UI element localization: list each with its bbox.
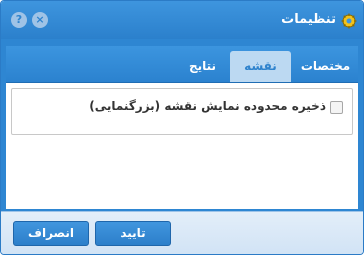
tab-results[interactable]: نتایج — [177, 51, 228, 82]
tab-map[interactable]: نقشه — [230, 51, 291, 82]
save-extent-label[interactable]: ذخیره محدوده نمایش نقشه (بزرگنمایی) — [89, 97, 326, 115]
dialog-title: تنظیمات — [281, 12, 336, 27]
dialog-body: مختصات نقشه نتایج ذخیره محدوده نمایش نقش… — [1, 39, 363, 211]
ok-button[interactable]: تایید — [95, 221, 171, 246]
settings-dialog: تنظیمات ? × مختصات نقشه نتایج ذخیره محدو… — [0, 0, 364, 255]
tab-coordinates[interactable]: مختصات — [293, 51, 358, 82]
tab-strip: مختصات نقشه نتایج — [6, 46, 358, 83]
tab-panel: مختصات نقشه نتایج ذخیره محدوده نمایش نقش… — [6, 46, 358, 209]
close-icon[interactable]: × — [32, 12, 48, 28]
save-extent-checkbox[interactable] — [330, 101, 343, 114]
map-options-group: ذخیره محدوده نمایش نقشه (بزرگنمایی) — [11, 88, 353, 135]
gear-icon — [341, 13, 357, 29]
cancel-button[interactable]: انصراف — [13, 221, 89, 246]
dialog-footer: تایید انصراف — [1, 211, 363, 254]
dialog-titlebar[interactable]: تنظیمات ? × — [1, 1, 363, 39]
help-icon[interactable]: ? — [11, 12, 27, 28]
